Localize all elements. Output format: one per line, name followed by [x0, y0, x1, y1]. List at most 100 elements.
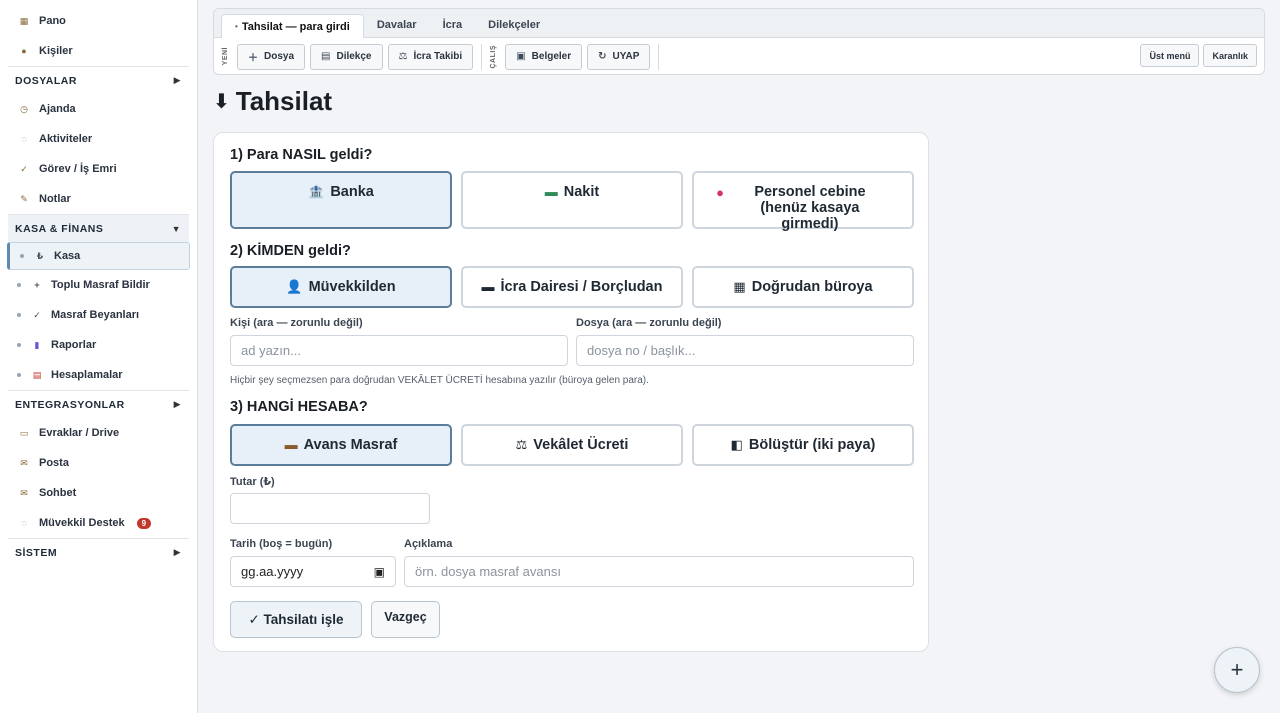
section-sistem[interactable]: SİSTEM ▶ [8, 538, 189, 566]
option-vekalet-ucreti[interactable]: ⚖ Vekâlet Ücreti [461, 424, 683, 466]
aciklama-label: Açıklama [404, 538, 453, 550]
section-label: DOSYALAR [15, 74, 77, 87]
tab-dilekceler[interactable]: Dilekçeler [475, 13, 553, 37]
dosya-label: Dosya (ara — zorunlu değil) [576, 317, 722, 329]
submit-tahsilat-button[interactable]: ✓ Tahsilatı işle [230, 601, 362, 638]
question-3: 3) HANGİ HESABA? [230, 399, 368, 415]
sidebar-item-label: Notlar [39, 193, 71, 205]
sidebar-item-kisiler[interactable]: ● Kişiler [0, 36, 197, 66]
section-kasa-finans[interactable]: KASA & FİNANS ▼ [8, 214, 189, 242]
sidebar-item-masraf-beyanlari[interactable]: ✓ Masraf Beyanları [0, 300, 197, 330]
sidebar-item-muvekkil-destek[interactable]: ◌ Müvekkil Destek 9 [0, 508, 197, 538]
mail-icon: ✉ [20, 457, 28, 468]
tab-bar: • Tahsilat — para girdi Davalar İcra Dile… [214, 9, 1264, 38]
sidebar-item-ajanda[interactable]: ◷ Ajanda [0, 94, 197, 124]
dashboard-icon: ▦ [19, 15, 29, 26]
group-label-calis: ÇALIŞ [490, 44, 498, 69]
sidebar-item-raporlar[interactable]: ▮ Raporlar [0, 330, 197, 360]
tarih-label: Tarih (boş = bugün) [230, 538, 333, 550]
new-dosya-button[interactable]: ＋ Dosya [237, 43, 306, 70]
bullet-dot [20, 254, 24, 258]
sidebar-item-label: Kasa [54, 250, 81, 262]
calendar-icon[interactable]: ▣ [374, 565, 385, 579]
bullet-dot [17, 283, 21, 287]
sidebar-item-toplu-masraf[interactable]: + Toplu Masraf Bildir [0, 270, 197, 300]
chevron-right-icon: ▶ [173, 75, 181, 85]
button-label: UYAP [612, 51, 640, 62]
sidebar-item-aktiviteler[interactable]: ◌ Aktiviteler [0, 124, 197, 154]
clock-icon: ◷ [20, 103, 28, 114]
page-title-text: Tahsilat [235, 86, 333, 116]
option-avans-masraf[interactable]: ▬ Avans Masraf [230, 424, 452, 466]
section-label: SİSTEM [15, 546, 58, 559]
tahsilat-form-card: 1) Para NASIL geldi? 🏦 Banka ▬ Nakit ● Pers… [213, 132, 929, 652]
section-dosyalar[interactable]: DOSYALAR ▶ [8, 66, 189, 94]
sidebar-item-pano[interactable]: ▦ Pano [0, 6, 197, 36]
tab-davalar[interactable]: Davalar [364, 13, 430, 37]
chevron-right-icon: ▶ [173, 399, 181, 409]
option-banka[interactable]: 🏦 Banka [230, 171, 452, 229]
add-floating-button[interactable]: + [1214, 647, 1260, 693]
dark-mode-button[interactable]: Karanlık [1203, 44, 1257, 67]
plus-icon: + [34, 280, 40, 290]
section-label: ENTEGRASYONLAR [15, 398, 125, 411]
document-icon: ▤ [321, 51, 331, 62]
new-icra-takibi-button[interactable]: ⚖ İcra Takibi [387, 43, 474, 70]
kisi-search-input[interactable]: ad yazın... [230, 335, 568, 366]
divider [481, 43, 483, 70]
chevron-down-icon: ▼ [171, 223, 181, 234]
tutar-label: Tutar (₺) [230, 476, 275, 488]
arrow-down-icon: ⬇ [213, 91, 230, 113]
aciklama-input[interactable]: örn. dosya masraf avansı [404, 556, 914, 587]
question-1: 1) Para NASIL geldi? [230, 147, 373, 163]
sidebar-item-notlar[interactable]: ✎ Notlar [0, 184, 197, 214]
bullet-dot [17, 343, 21, 347]
option-personel[interactable]: ● Personel cebine (henüz kasaya girmedi) [692, 171, 914, 232]
cancel-button[interactable]: Vazgeç [371, 601, 440, 638]
office-building-icon: ▦ [733, 279, 746, 294]
sidebar-item-kasa[interactable]: ₺ Kasa [7, 242, 190, 270]
tab-tahsilat[interactable]: • Tahsilat — para girdi [221, 14, 364, 38]
option-label: Nakit [563, 184, 600, 200]
option-label: İcra Dairesi / Borçludan [500, 279, 663, 295]
section-label: KASA & FİNANS [15, 222, 104, 235]
tab-icra[interactable]: İcra [430, 13, 476, 37]
option-nakit[interactable]: ▬ Nakit [461, 171, 683, 229]
sidebar-item-posta[interactable]: ✉ Posta [0, 448, 197, 478]
button-label: Belgeler [531, 51, 572, 62]
scales-icon: ⚖ [515, 437, 528, 452]
hint-text: Hiçbir şey seçmezsen para doğrudan VEKÂL… [230, 375, 649, 386]
toolbar-right: Üst menü Karanlık [1136, 44, 1257, 67]
sidebar-item-evraklar[interactable]: ▭ Evraklar / Drive [0, 418, 197, 448]
sidebar-item-gorev[interactable]: ✓ Görev / İş Emri [0, 154, 197, 184]
button-label: Dosya [264, 51, 295, 62]
ust-menu-button[interactable]: Üst menü [1140, 44, 1200, 67]
sidebar-item-label: Toplu Masraf Bildir [51, 279, 150, 291]
uyap-button[interactable]: ↻ UYAP [587, 43, 651, 70]
tarih-date-input[interactable]: gg.aa.yyyy ▣ [230, 556, 396, 587]
button-label: İcra Takibi [413, 51, 463, 62]
tutar-input[interactable] [230, 493, 430, 524]
option-label: Bölüştür (iki paya) [748, 437, 876, 453]
activity-icon: ◌ [21, 134, 27, 144]
sidebar-item-label: Ajanda [39, 103, 76, 115]
bullet-dot [17, 373, 21, 377]
option-dogrudan-buroya[interactable]: ▦ Doğrudan büroya [692, 266, 914, 308]
sidebar-item-hesaplamalar[interactable]: ▤ Hesaplamalar [0, 360, 197, 390]
dosya-search-input[interactable]: dosya no / başlık... [576, 335, 914, 366]
tab-label: Tahsilat — para girdi [241, 20, 350, 33]
option-label: Banka [330, 184, 374, 200]
sidebar-item-label: Görev / İş Emri [39, 163, 117, 175]
person-icon: 👤 [286, 279, 303, 294]
new-dilekce-button[interactable]: ▤ Dilekçe [310, 43, 383, 70]
belgeler-button[interactable]: ▣ Belgeler [505, 43, 583, 70]
option-bolustur[interactable]: ◧ Bölüştür (iki paya) [692, 424, 914, 466]
option-icra-dairesi[interactable]: ▬ İcra Dairesi / Borçludan [461, 266, 683, 308]
option-label: Vekâlet Ücreti [533, 437, 629, 453]
sidebar-item-sohbet[interactable]: ✉ Sohbet [0, 478, 197, 508]
sidebar-item-label: Hesaplamalar [51, 369, 123, 381]
section-entegrasyonlar[interactable]: ENTEGRASYONLAR ▶ [8, 390, 189, 418]
question-2: 2) KİMDEN geldi? [230, 243, 351, 259]
option-muvekkilden[interactable]: 👤 Müvekkilden [230, 266, 452, 308]
divider [658, 43, 660, 70]
